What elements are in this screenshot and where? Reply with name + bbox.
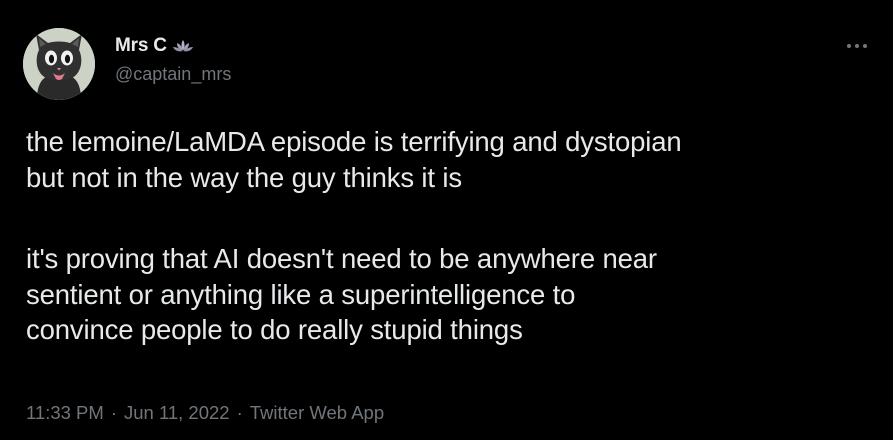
tweet-text-line: sentient or anything like a superintelli… [26,278,576,310]
tweet-meta: 11:33 PM · Jun 11, 2022 · Twitter Web Ap… [26,402,384,424]
avatar[interactable] [23,28,95,100]
meta-separator: · [110,402,117,423]
more-options-button[interactable] [845,36,869,56]
cat-avatar-icon [23,28,95,100]
tweet-text: the lemoine/LaMDA episode is terrifying … [26,124,876,348]
timestamp-time[interactable]: 11:33 PM [26,402,104,424]
handle[interactable]: @captain_mrs [115,64,231,85]
tweet: Mrs C @captain_mrs the lemoine/LaMDA epi… [0,0,893,440]
tweet-source[interactable]: Twitter Web App [250,402,384,424]
tweet-text-line: it's proving that AI doesn't need to be … [26,243,657,274]
more-options-icon [847,44,867,48]
tweet-text-line: the lemoine/LaMDA episode is terrifying … [26,126,682,157]
display-name[interactable]: Mrs C [115,35,167,57]
meta-separator: · [236,402,243,423]
timestamp-date[interactable]: Jun 11, 2022 [124,402,230,424]
tweet-text-line: but not in the way the guy thinks it is [26,161,462,193]
tweet-text-line: convince people to do really stupid thin… [26,314,523,345]
author-block: Mrs C @captain_mrs [115,34,231,85]
name-row: Mrs C [115,34,231,58]
lotus-icon [172,38,194,54]
